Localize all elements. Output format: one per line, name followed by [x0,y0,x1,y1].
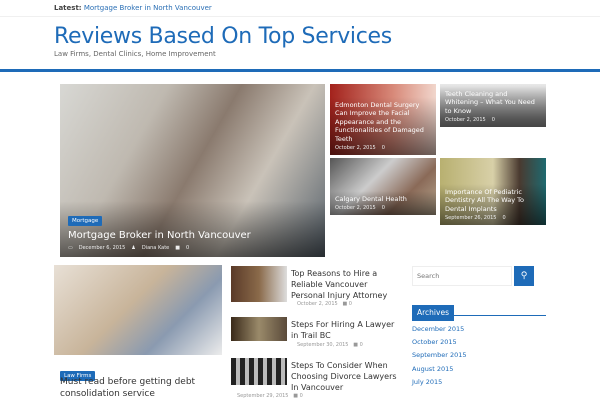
category-badge[interactable]: Mortgage [68,216,103,226]
post-date: December 6, 2015 [78,245,126,251]
main-post-image[interactable] [54,265,222,355]
grid-post[interactable]: Importance Of Pediatric Dentistry All Th… [440,158,546,225]
comment-count[interactable]: 0 [503,215,506,221]
site-tagline: Law Firms, Dental Clinics, Home Improvem… [54,50,216,58]
list-item[interactable]: Top Reasons to Hire a Reliable Vancouver… [231,266,406,312]
archive-link[interactable]: December 2015 [412,325,464,333]
grid-post[interactable]: Edmonton Dental Surgery Can Improve the … [330,84,436,155]
post-date: October 2, 2015 [335,145,376,151]
list-item[interactable]: Steps To Consider When Choosing Divorce … [231,358,406,400]
comment-count[interactable]: 0 [492,117,495,123]
search-input[interactable] [412,266,512,286]
archive-link[interactable]: August 2015 [412,365,453,373]
grid-post[interactable]: Calgary Dental Health October 2, 2015 0 [330,158,436,215]
header-bar [0,69,600,72]
post-date: September 26, 2015 [445,215,497,221]
grid-post-title[interactable]: Importance Of Pediatric Dentistry All Th… [445,188,541,214]
grid-post-title[interactable]: Edmonton Dental Surgery Can Improve the … [335,101,431,144]
archives-title: Archives [412,305,454,321]
grid-post-title[interactable]: Calgary Dental Health [335,195,431,204]
list-item-title[interactable]: Steps To Consider When Choosing Divorce … [291,360,403,393]
comment-count[interactable]: 0 [300,393,303,399]
post-date: October 2, 2015 [335,205,376,211]
list-item-title[interactable]: Top Reasons to Hire a Reliable Vancouver… [291,268,403,301]
latest-link[interactable]: Mortgage Broker in North Vancouver [84,4,212,12]
comment-icon: ■ [175,245,180,251]
archives-heading: Archives [412,300,546,321]
archive-link[interactable]: October 2015 [412,338,457,346]
post-thumbnail[interactable] [231,266,287,302]
post-date: October 2, 2015 [445,117,486,123]
comment-count[interactable]: 0 [382,205,385,211]
post-author[interactable]: Diana Kate [142,245,169,251]
post-thumbnail[interactable] [231,358,287,385]
comment-count[interactable]: 0 [186,245,189,251]
search-icon: ⚲ [520,271,528,281]
calendar-icon: ▭ [68,245,73,251]
list-item[interactable]: Steps For Hiring A Lawyer in Trail BC Se… [231,317,406,353]
comment-count[interactable]: 0 [349,301,352,307]
site-title[interactable]: Reviews Based On Top Services [54,24,392,49]
featured-slide[interactable]: Mortgage Mortgage Broker in North Vancou… [60,84,325,257]
archive-link[interactable]: July 2015 [412,378,442,386]
comment-count[interactable]: 0 [382,145,385,151]
post-date: September 30, 2015 [297,342,349,348]
grid-post-title[interactable]: Teeth Cleaning and Whitening – What You … [445,90,541,116]
comment-count[interactable]: 0 [360,342,363,348]
post-date: September 29, 2015 [237,393,289,399]
divider [0,16,600,17]
search-button[interactable]: ⚲ [514,266,534,286]
archive-link[interactable]: September 2015 [412,351,467,359]
list-item-title[interactable]: Steps For Hiring A Lawyer in Trail BC [291,319,403,341]
post-date: October 2, 2015 [297,301,338,307]
latest-ticker: Latest: Mortgage Broker in North Vancouv… [54,4,212,12]
latest-label: Latest: [54,4,82,12]
user-icon: ♟ [131,245,136,251]
featured-title[interactable]: Mortgage Broker in North Vancouver [68,229,317,243]
post-thumbnail[interactable] [231,317,287,341]
main-post-title[interactable]: Must read before getting debt consolidat… [60,376,230,400]
grid-post[interactable]: Teeth Cleaning and Whitening – What You … [440,84,546,127]
